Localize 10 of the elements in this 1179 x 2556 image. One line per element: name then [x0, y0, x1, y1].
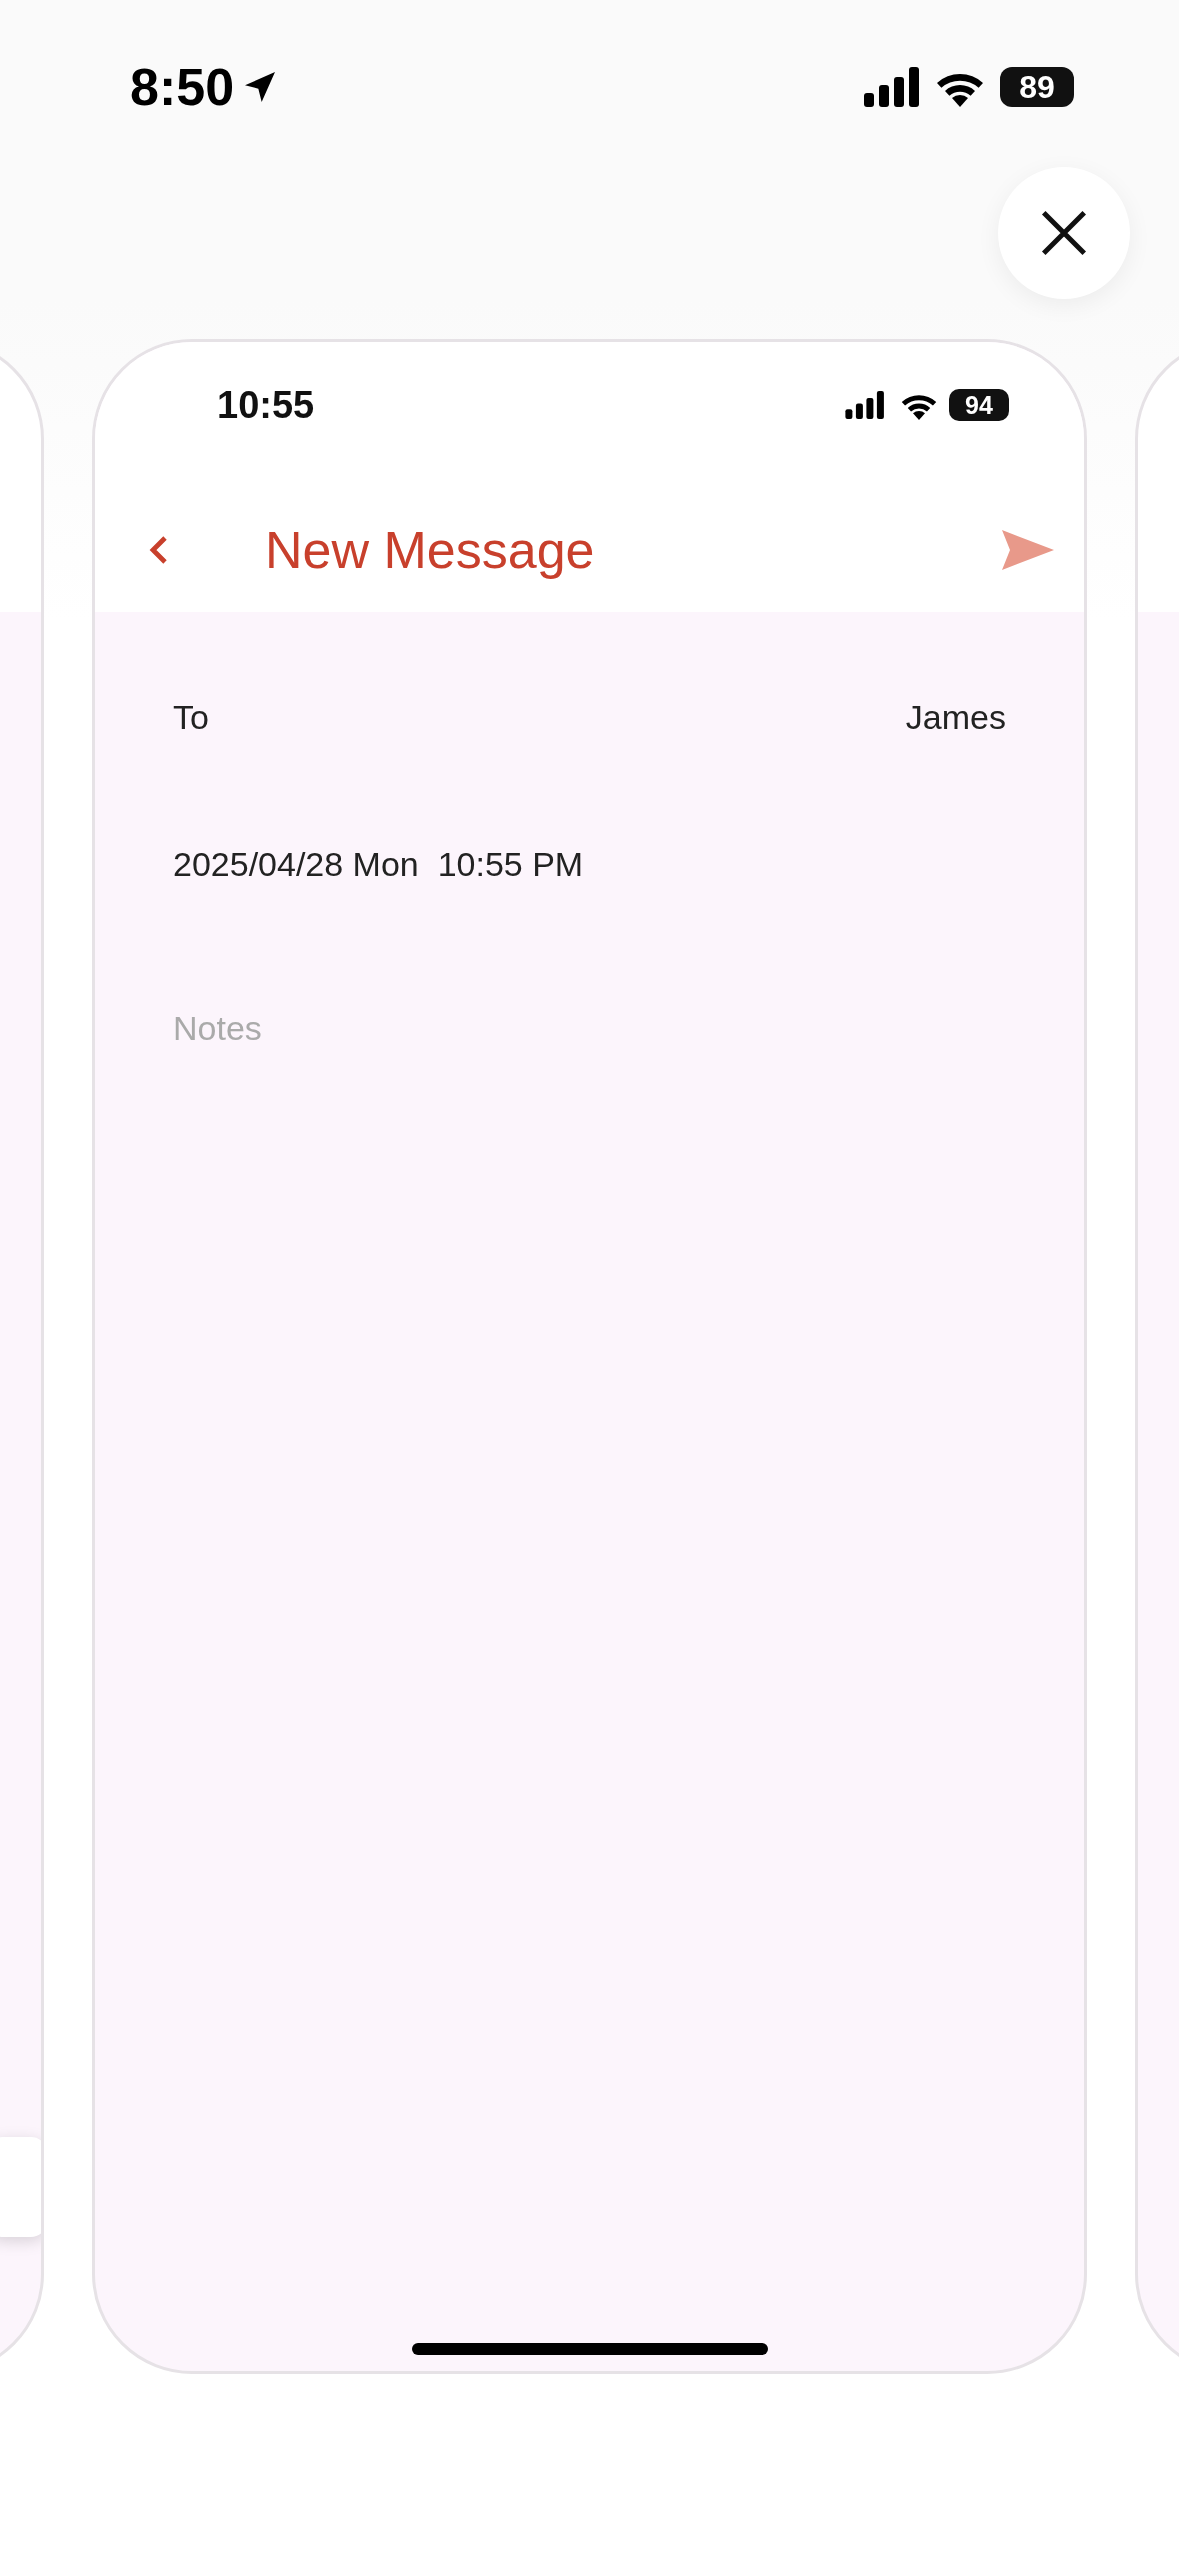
- battery-icon: 94: [949, 389, 1009, 421]
- status-time: 8:50: [130, 57, 235, 117]
- date-time-text[interactable]: 2025/04/28 Mon 10:55 PM: [173, 844, 584, 884]
- notes-field[interactable]: Notes: [173, 1008, 1006, 1048]
- status-time: 10:55: [217, 383, 315, 427]
- field-label: To: [173, 697, 209, 737]
- battery-icon: 89: [1000, 67, 1074, 107]
- signal-icon: [864, 67, 920, 107]
- screen-title: New Message: [265, 520, 596, 580]
- recipient-value[interactable]: James: [905, 697, 1006, 737]
